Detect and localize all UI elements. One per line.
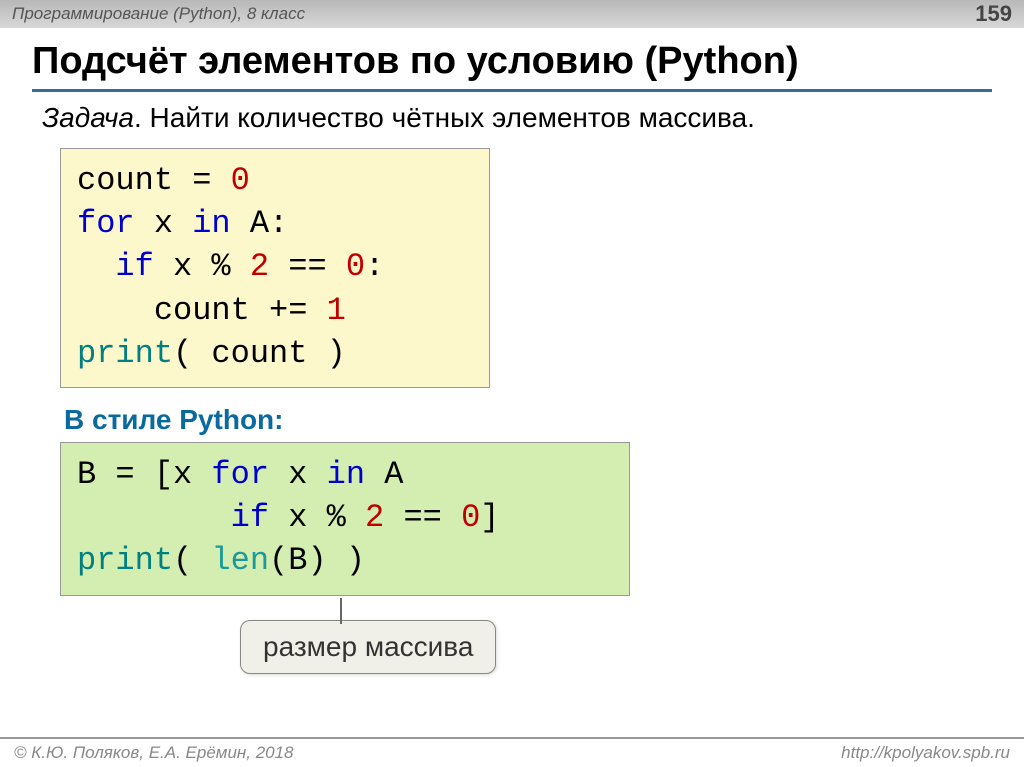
breadcrumb: Программирование (Python), 8 класс <box>12 4 305 24</box>
footer-url: http://kpolyakov.spb.ru <box>841 743 1010 763</box>
task-line: Задача. Найти количество чётных элементо… <box>42 102 992 134</box>
callout-connector <box>340 598 342 624</box>
callout: размер массива <box>240 620 496 674</box>
page-number: 159 <box>975 1 1012 27</box>
task-label: Задача <box>42 102 134 133</box>
title-underline <box>32 89 992 92</box>
subheading: В стиле Python: <box>64 404 992 436</box>
code-block-2: B = [x for x in A if x % 2 == 0] print( … <box>60 442 630 596</box>
page-title: Подсчёт элементов по условию (Python) <box>32 40 992 83</box>
code-block-1: count = 0 for x in A: if x % 2 == 0: cou… <box>60 148 490 388</box>
footer-bar: © К.Ю. Поляков, Е.А. Ерёмин, 2018 http:/… <box>0 737 1024 767</box>
callout-box: размер массива <box>240 620 496 674</box>
slide-content: Подсчёт элементов по условию (Python) За… <box>0 28 1024 596</box>
task-text: . Найти количество чётных элементов масс… <box>134 102 755 133</box>
header-bar: Программирование (Python), 8 класс 159 <box>0 0 1024 28</box>
footer-copyright: © К.Ю. Поляков, Е.А. Ерёмин, 2018 <box>14 743 294 763</box>
